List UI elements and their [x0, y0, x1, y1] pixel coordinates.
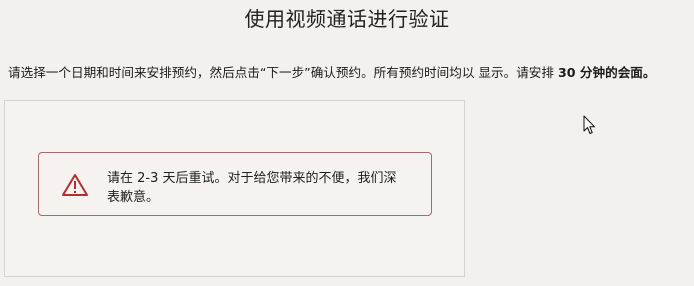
error-alert: 请在 2-3 天后重试。对于给您带来的不便，我们深表歉意。 [38, 152, 432, 216]
warning-triangle-icon [62, 174, 88, 196]
alert-message: 请在 2-3 天后重试。对于给您带来的不便，我们深表歉意。 [107, 171, 397, 205]
scheduling-instructions: 请选择一个日期和时间来安排预约，然后点击“下一步”确认预约。所有预约时间均以 显… [8, 64, 692, 82]
instructions-text: 请选择一个日期和时间来安排预约，然后点击“下一步”确认预约。所有预约时间均以 显… [8, 65, 558, 80]
meeting-duration: 30 分钟的会面。 [558, 65, 656, 80]
page-title: 使用视频通话进行验证 [244, 7, 450, 31]
mouse-pointer-icon [583, 115, 595, 134]
page: { "header": { "title": "使用视频通话进行验证" }, "… [0, 0, 694, 286]
